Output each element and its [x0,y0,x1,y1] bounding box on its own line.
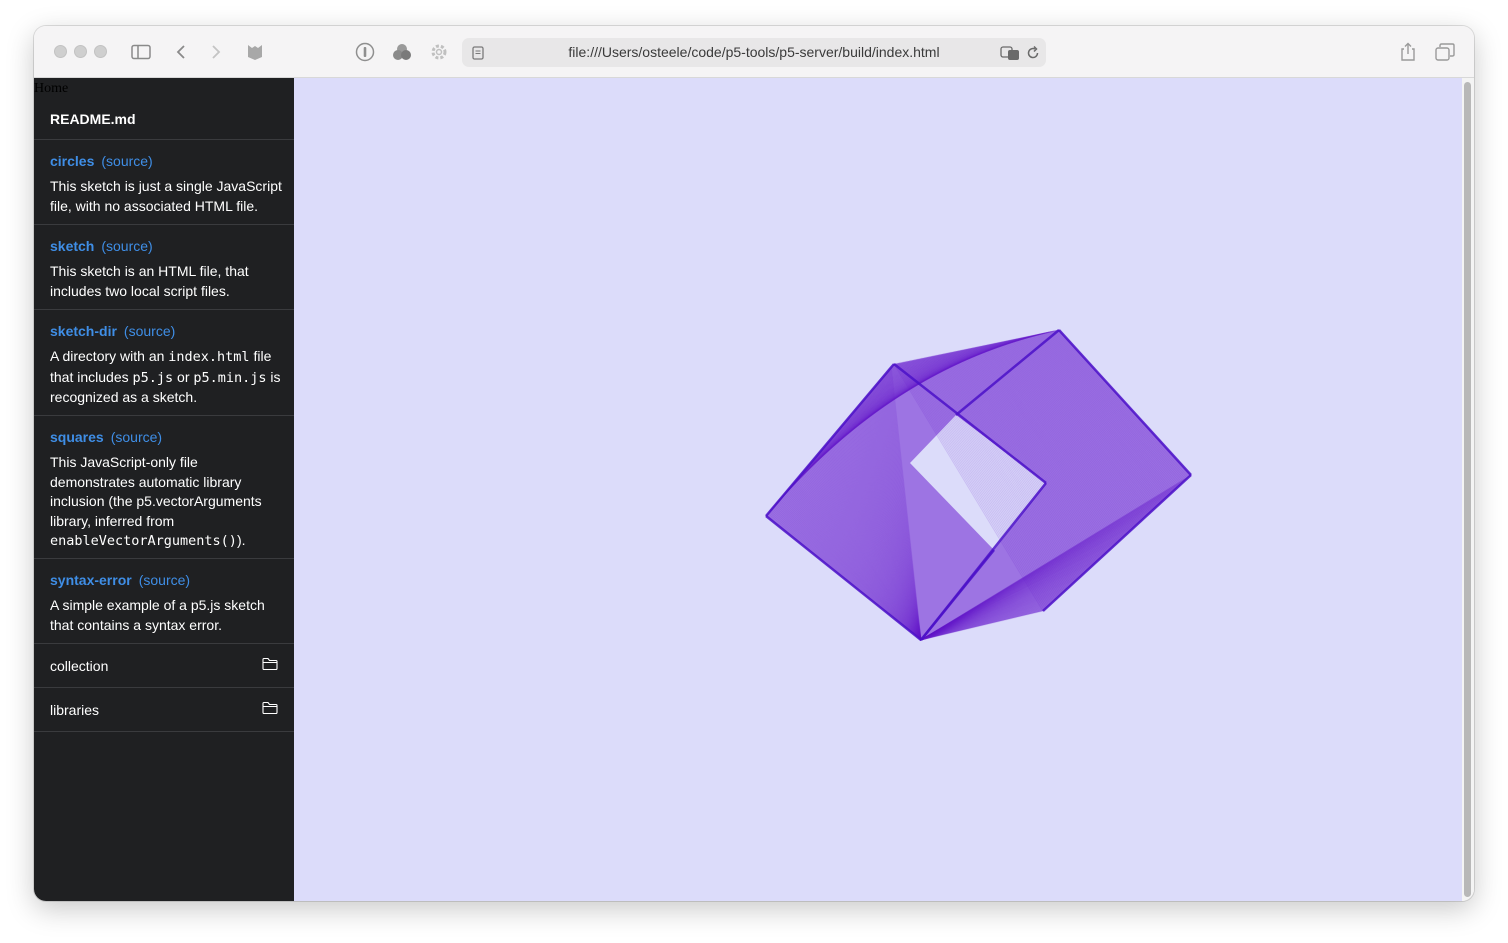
sketch-entry-sketch: sketch (source) This sketch is an HTML fi… [34,225,294,310]
zoom-window-button[interactable] [94,45,107,58]
sketch-entry-sketch-dir: sketch-dir (source) A directory with an i… [34,310,294,416]
readme-label: README.md [50,111,136,127]
sketch-link-sketch[interactable]: sketch [50,238,94,254]
minimize-window-button[interactable] [74,45,87,58]
source-link-squares[interactable]: (source) [111,429,162,445]
folder-icon [262,657,278,671]
browser-window: file:///Users/osteele/code/p5-tools/p5-s… [34,26,1474,901]
vertical-scrollbar[interactable] [1462,78,1474,901]
browser-toolbar: file:///Users/osteele/code/p5-tools/p5-s… [34,26,1474,78]
source-link-sketch[interactable]: (source) [101,238,152,254]
sketch-description: This sketch is an HTML file, that includ… [50,263,249,299]
back-icon[interactable] [169,40,193,64]
sidebar-toggle-icon[interactable] [129,40,153,64]
folder-label: collection [50,658,109,674]
sketch-entry-squares: squares (source) This JavaScript-only fil… [34,416,294,559]
folder-icon [262,701,278,715]
sketch-sidebar: Home README.md circles (source) This sket… [34,78,294,901]
sketch-link-squares[interactable]: squares [50,429,104,445]
extension-shield-icon[interactable] [243,40,267,64]
translate-icon[interactable] [998,41,1022,65]
source-link-syntax-error[interactable]: (source) [139,572,190,588]
sketch-entry-syntax-error: syntax-error (source) A simple example of… [34,559,294,644]
address-bar[interactable]: file:///Users/osteele/code/p5-tools/p5-s… [462,38,1046,67]
home-link[interactable]: Home [34,81,68,97]
extension-cluster-icon[interactable] [390,40,414,64]
share-icon[interactable] [1396,40,1420,64]
sketch-canvas[interactable] [294,78,1462,901]
sketch-description: A simple example of a p5.js sketch that … [50,597,265,633]
sketch-link-syntax-error[interactable]: syntax-error [50,572,132,588]
close-window-button[interactable] [54,45,67,58]
sketch-link-sketch-dir[interactable]: sketch-dir [50,323,117,339]
folder-item-collection[interactable]: collection [34,644,294,688]
tab-overview-icon[interactable] [1433,40,1457,64]
source-link-circles[interactable]: (source) [101,153,152,169]
settings-gear-icon[interactable] [427,40,451,64]
forward-icon[interactable] [204,40,228,64]
sketch-entry-circles: circles (source) This sketch is just a si… [34,140,294,225]
folder-label: libraries [50,702,100,718]
folder-item-libraries[interactable]: libraries [34,688,294,732]
reload-icon[interactable] [1021,41,1045,65]
scroll-thumb[interactable] [1464,82,1471,897]
url-text: file:///Users/osteele/code/p5-tools/p5-s… [568,44,940,60]
readme-item[interactable]: README.md [34,100,294,140]
source-link-sketch-dir[interactable]: (source) [124,323,175,339]
password-manager-icon[interactable] [353,40,377,64]
sketch-description: This sketch is just a single JavaScript … [50,178,282,214]
sketch-link-circles[interactable]: circles [50,153,94,169]
generative-artwork [765,329,1192,641]
sketch-description: This JavaScript-only file demonstrates a… [50,454,262,549]
sketch-description: A directory with an index.html file that… [50,348,281,405]
